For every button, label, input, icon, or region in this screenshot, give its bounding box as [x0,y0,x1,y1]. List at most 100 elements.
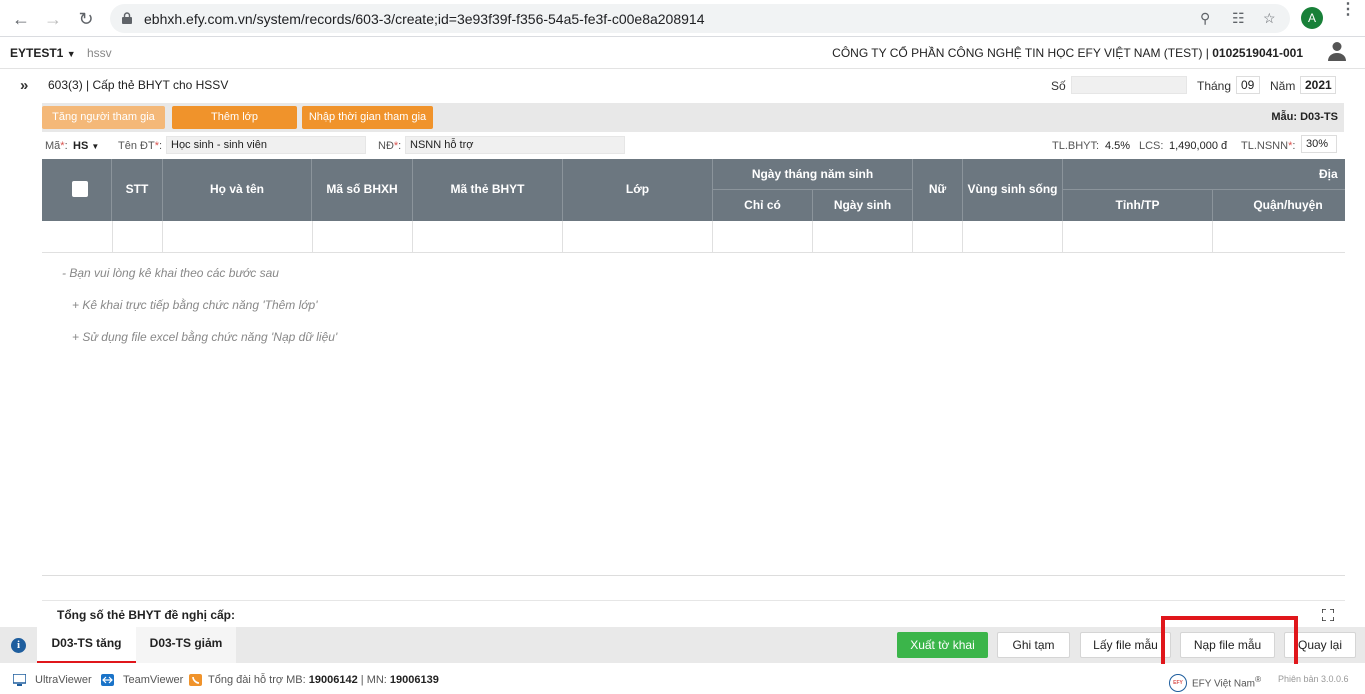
forward-arrow-icon[interactable]: → [42,8,64,30]
col-group-ngay-sinh-label: Ngày tháng năm sinh [751,167,874,181]
teamviewer-link[interactable]: TeamViewer [123,674,183,686]
tl-nsnn-input[interactable]: 30% [1301,135,1337,153]
fullscreen-icon[interactable] [1322,609,1334,621]
browser-menu-icon[interactable]: ⋮ [1340,2,1356,18]
row-divider [562,221,563,252]
row-divider [812,221,813,252]
nam-label: Năm [1270,79,1296,93]
col-quan-huyen-label: Quận/huyện [1253,198,1323,212]
so-input[interactable] [1071,76,1187,94]
efy-brand-text: EFY Việt Nam [1192,678,1255,690]
grid-header: STT Họ và tên Mã số BHXH Mã thẻ BHYT Lớp… [42,159,1345,221]
support-bar: UltraViewer TeamViewer Tổng đài hỗ trợ M… [0,664,1365,694]
col-ho-ten-label: Họ và tên [209,182,264,196]
col-ma-the-label: Mã thẻ BHYT [450,182,525,196]
tab-d03-ts-giam[interactable]: D03-TS giảm [136,627,236,663]
col-chi-co-label: Chỉ có [744,198,781,212]
col-chi-co[interactable]: Chỉ có [713,190,813,221]
hint-line-3: + Sử dụng file excel bằng chức năng 'Nạp… [72,330,338,344]
tenant-selector[interactable]: EYTEST1 ▼ [10,46,76,60]
row-divider [1062,221,1063,252]
nd-label: NĐ*: [378,140,402,152]
hotline-mn: 19006139 [389,674,439,686]
reload-icon[interactable]: ↻ [75,8,97,30]
chevron-down-icon: ▼ [66,49,76,59]
ultraviewer-icon [13,674,26,686]
col-vung-sinh-song[interactable]: Vùng sinh sống [963,159,1063,221]
profile-avatar[interactable]: A [1301,7,1323,29]
get-template-button[interactable]: Lấy file mẫu [1080,632,1171,658]
ma-label-text: Mã [45,140,61,152]
row-divider [712,221,713,252]
col-group-dia-chi-label: Địa [1319,167,1338,181]
col-tinh-tp[interactable]: Tỉnh/TP [1063,190,1213,221]
thang-input[interactable]: 09 [1236,76,1260,94]
col-stt[interactable]: STT [112,159,163,221]
row-divider [162,221,163,252]
nam-input[interactable]: 2021 [1300,76,1336,94]
col-ma-the[interactable]: Mã thẻ BHYT [413,159,563,221]
col-ngay-sinh[interactable]: Ngày sinh [813,190,913,221]
version-label: Phiên bản 3.0.0.6 [1278,674,1349,684]
ultraviewer-link[interactable]: UltraViewer [35,674,92,686]
tenant-label: EYTEST1 [10,46,64,60]
divider [42,575,1345,576]
expand-sidebar-icon[interactable]: » [20,77,28,94]
save-draft-button[interactable]: Ghi tạm [997,632,1070,658]
add-class-button[interactable]: Thêm lớp [172,106,297,129]
row-divider [112,221,113,252]
back-arrow-icon[interactable]: ← [10,8,32,30]
browser-toolbar: ← → ↻ ebhxh.efy.com.vn/system/records/60… [0,0,1365,37]
col-quan-huyen[interactable]: Quận/huyện [1213,190,1345,221]
address-bar[interactable]: ebhxh.efy.com.vn/system/records/603-3/cr… [110,4,1290,33]
hotline-mb: 19006142 [308,674,358,686]
page-title: 603(3) | Cấp thẻ BHYT cho HSSV [48,78,229,92]
col-nu-label: Nữ [928,182,947,196]
lcs-label: LCS: [1139,140,1164,152]
select-all-checkbox[interactable] [72,181,88,197]
tl-bhyt-value: 4.5% [1105,140,1131,152]
enter-time-button[interactable]: Nhập thời gian tham gia [302,106,433,129]
info-icon[interactable]: i [11,638,26,653]
user-icon[interactable] [1328,41,1346,61]
key-icon[interactable]: ⚲ [1200,10,1210,27]
row-divider [962,221,963,252]
hint-line-2: + Kê khai trực tiếp bằng chức năng 'Thêm… [72,298,318,312]
caret-down-icon: ▼ [91,142,100,151]
lock-icon [122,12,132,24]
lcs-value: 1,490,000 đ [1169,140,1228,152]
so-label: Số [1051,79,1066,93]
ten-dt-label-text: Tên ĐT [118,140,155,152]
ma-value: HS [73,140,89,152]
row-divider [1212,221,1213,252]
bookmark-star-icon[interactable]: ☆ [1263,10,1276,27]
nd-field[interactable]: NSNN hỗ trợ [405,136,625,154]
thang-label: Tháng [1197,79,1232,93]
ma-select[interactable]: HS ▼ [73,140,99,152]
col-vung-sinh-song-label: Vùng sinh sống [967,182,1058,196]
col-group-ngay-sinh: Ngày tháng năm sinh [713,159,913,190]
table-row[interactable] [42,221,1345,253]
tab-d03-ts-tang[interactable]: D03-TS tăng [37,627,136,663]
efy-logo-icon: EFY [1169,674,1187,692]
hotline-separator: | MN: [360,674,387,686]
increase-participant-button[interactable]: Tăng người tham gia [42,106,165,129]
phone-icon [189,674,202,686]
translate-icon[interactable]: ☷ [1232,10,1245,27]
col-ho-ten[interactable]: Họ và tên [163,159,312,221]
url-text: ebhxh.efy.com.vn/system/records/603-3/cr… [144,11,705,27]
row-divider [312,221,313,252]
col-lop[interactable]: Lớp [563,159,713,221]
tl-nsnn-label: TL.NSNN*: [1241,140,1296,152]
ten-dt-field[interactable]: Học sinh - sinh viên [166,136,366,154]
teamviewer-icon [101,674,114,686]
col-tinh-tp-label: Tỉnh/TP [1115,198,1160,212]
export-declaration-button[interactable]: Xuất tờ khai [897,632,988,658]
col-nu[interactable]: Nữ [913,159,963,221]
company-name: CÔNG TY CỔ PHẦN CÔNG NGHỆ TIN HỌC EFY VI… [832,46,1209,60]
col-ma-bhxh[interactable]: Mã số BHXH [312,159,413,221]
hotline-label: Tổng đài hỗ trợ MB: [208,674,306,686]
hotline: Tổng đài hỗ trợ MB: 19006142 | MN: 19006… [208,674,439,686]
nd-label-text: NĐ [378,140,394,152]
hint-line-1: - Bạn vui lòng kê khai theo các bước sau [62,266,279,280]
